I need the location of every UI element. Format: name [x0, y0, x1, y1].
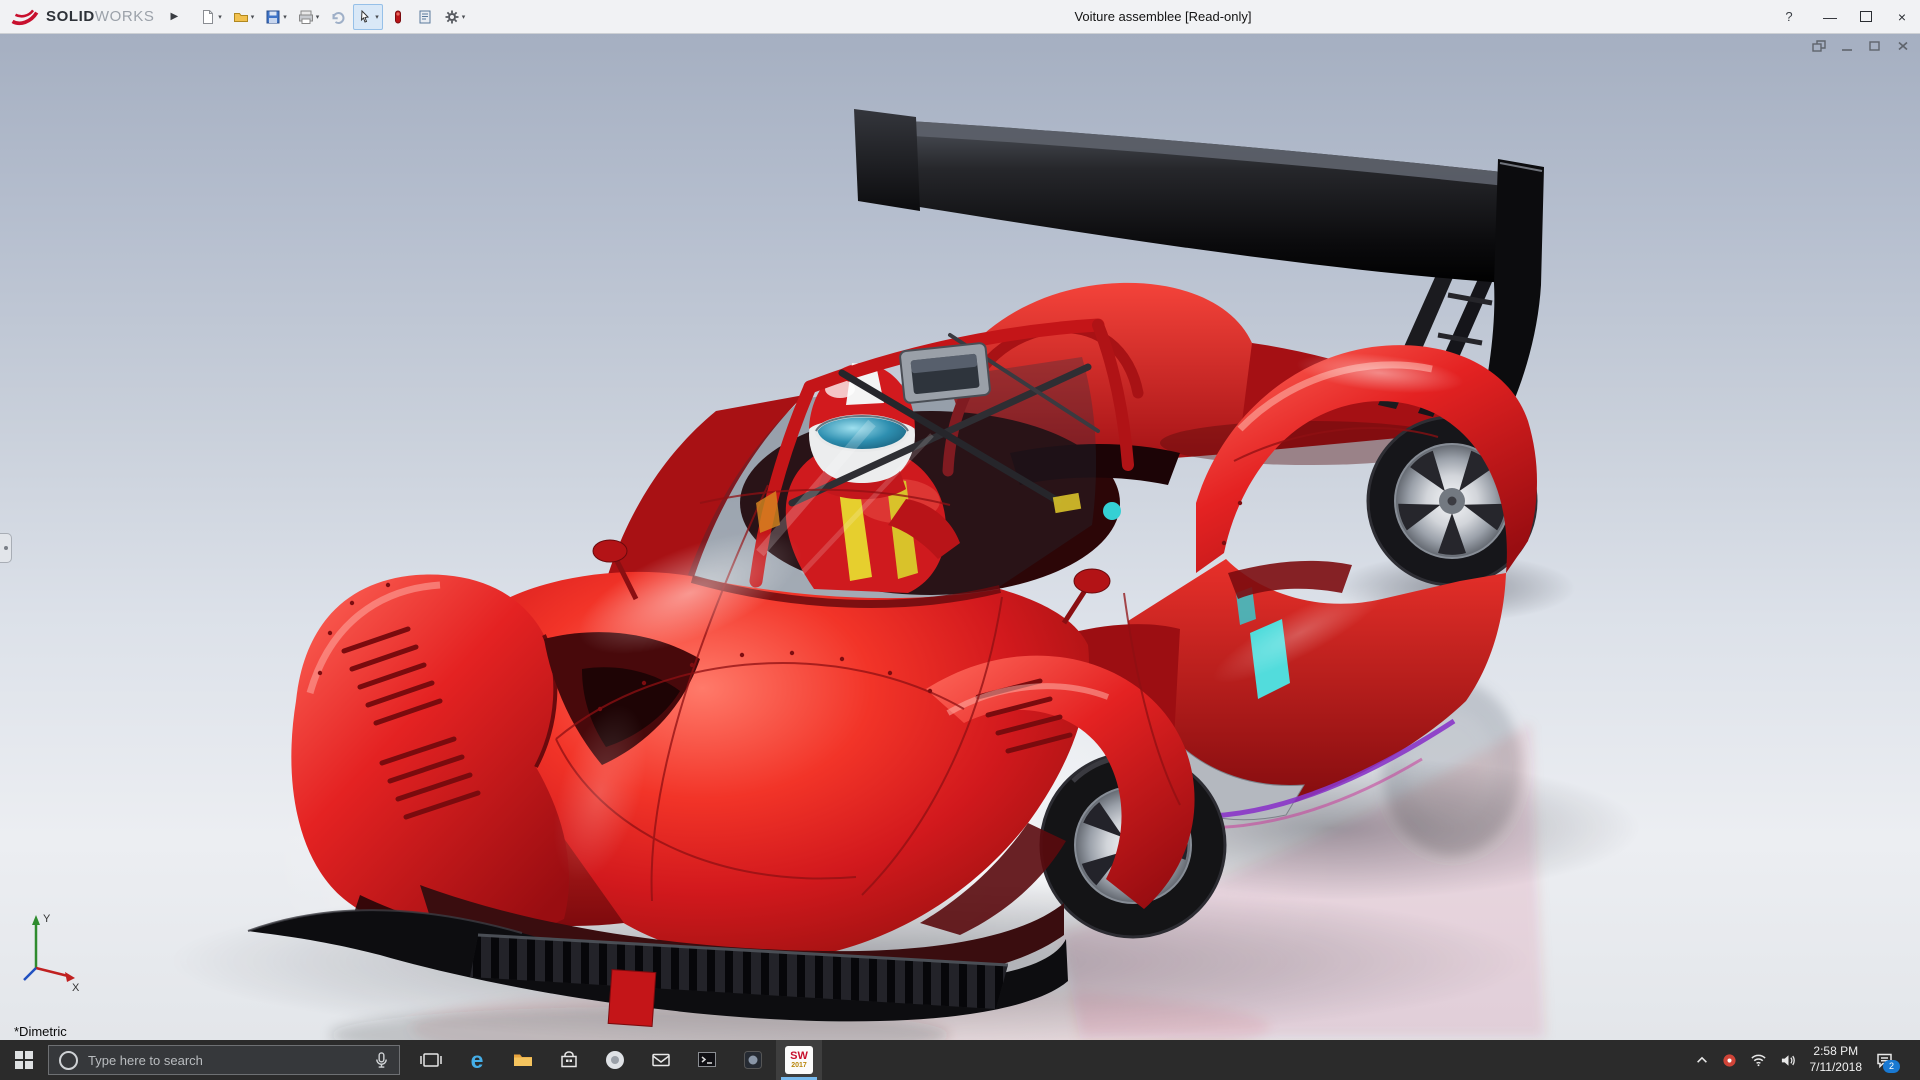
solidworks-window: SOLIDWORKS ▶ ▾ ▾ ▾ — [0, 0, 1920, 1080]
microphone-icon[interactable] — [374, 1051, 389, 1069]
edge-browser-button[interactable]: e — [454, 1040, 500, 1080]
view-orientation-label: *Dimetric — [14, 1024, 67, 1039]
viewport-canvas[interactable] — [0, 33, 1920, 1040]
brand-text: SOLIDWORKS — [46, 8, 155, 25]
dropdown-caret-icon[interactable]: ▾ — [251, 13, 255, 21]
tab-dot-icon — [4, 546, 8, 550]
graphics-area[interactable]: Y X *Dimetric — [0, 33, 1920, 1040]
file-explorer-button[interactable] — [500, 1040, 546, 1080]
store-icon — [557, 1048, 581, 1072]
speaker-icon[interactable] — [1780, 1053, 1797, 1068]
print-button[interactable]: ▾ — [294, 4, 324, 30]
save-button[interactable]: ▾ — [261, 4, 291, 30]
toolbar-flyout-arrow-icon[interactable]: ▶ — [163, 11, 187, 22]
clock-date: 7/11/2018 — [1810, 1060, 1863, 1076]
taskbar-clock[interactable]: 2:58 PM 7/11/2018 — [1810, 1044, 1863, 1075]
window-controls: ? — × — [1774, 0, 1920, 33]
clock-time: 2:58 PM — [1810, 1044, 1863, 1060]
maximize-icon — [1860, 11, 1872, 22]
undo-button[interactable] — [326, 4, 350, 30]
select-tool-button[interactable]: ▾ — [353, 4, 383, 30]
tray-overflow-chevron-icon[interactable] — [1695, 1054, 1709, 1066]
task-view-icon — [419, 1048, 443, 1072]
popout-window-icon[interactable] — [1812, 40, 1826, 52]
search-placeholder: Type here to search — [88, 1053, 364, 1068]
close-document-icon[interactable] — [1896, 40, 1910, 52]
file-properties-icon — [417, 9, 433, 25]
new-document-icon — [200, 9, 216, 25]
quick-access-toolbar: ▾ ▾ ▾ ▾ — [196, 4, 469, 30]
windows-logo-icon — [15, 1051, 33, 1069]
action-center-button[interactable]: 2 — [1875, 1052, 1894, 1069]
cortana-icon — [59, 1051, 78, 1070]
mail-icon — [649, 1048, 673, 1072]
minimize-button[interactable]: — — [1812, 0, 1848, 33]
dropdown-caret-icon[interactable]: ▾ — [375, 13, 379, 21]
undo-icon — [330, 9, 346, 25]
restore-document-icon[interactable] — [1868, 40, 1882, 52]
file-explorer-icon — [511, 1048, 535, 1072]
title-bar: SOLIDWORKS ▶ ▾ ▾ ▾ — [0, 0, 1920, 34]
maximize-button[interactable] — [1848, 0, 1884, 33]
circular-app-button[interactable] — [592, 1040, 638, 1080]
system-tray: 2:58 PM 7/11/2018 2 — [1695, 1040, 1920, 1080]
dropdown-caret-icon[interactable]: ▾ — [316, 13, 320, 21]
solidworks-app-button[interactable]: SW 2017 — [776, 1040, 822, 1080]
options-button[interactable]: ▾ — [440, 4, 470, 30]
mail-app-button[interactable] — [638, 1040, 684, 1080]
save-icon — [265, 9, 281, 25]
open-folder-icon — [233, 9, 249, 25]
solidworks-logo: SOLIDWORKS — [0, 6, 163, 28]
microsoft-store-button[interactable] — [546, 1040, 592, 1080]
dropdown-caret-icon[interactable]: ▾ — [218, 13, 222, 21]
start-button[interactable] — [0, 1040, 48, 1080]
dropdown-caret-icon[interactable]: ▾ — [283, 13, 287, 21]
triad-x-label: X — [72, 982, 80, 994]
new-document-button[interactable]: ▾ — [196, 4, 226, 30]
file-properties-button[interactable] — [413, 4, 437, 30]
edge-icon: e — [471, 1049, 484, 1072]
taskbar-apps: e — [408, 1040, 822, 1080]
panel-expand-tab[interactable] — [0, 533, 12, 563]
network-wifi-icon[interactable] — [1750, 1053, 1767, 1067]
solidworks-app-icon: SW 2017 — [785, 1046, 813, 1074]
orientation-triad: Y X — [14, 906, 86, 996]
help-button[interactable]: ? — [1774, 0, 1804, 33]
rebuild-button[interactable] — [386, 4, 410, 30]
tray-utility-icon[interactable] — [1722, 1053, 1737, 1068]
options-gear-icon — [444, 9, 460, 25]
triad-y-label: Y — [43, 913, 51, 925]
dropdown-caret-icon[interactable]: ▾ — [462, 13, 466, 21]
taskbar-search[interactable]: Type here to search — [48, 1045, 400, 1075]
dark-app-icon — [741, 1048, 765, 1072]
close-button[interactable]: × — [1884, 0, 1920, 33]
print-icon — [298, 9, 314, 25]
rebuild-icon — [390, 9, 406, 25]
rearview-mirror — [900, 343, 991, 404]
minimize-document-icon[interactable] — [1840, 40, 1854, 52]
circular-app-icon — [603, 1048, 627, 1072]
document-window-controls — [1812, 40, 1910, 52]
command-prompt-icon — [695, 1048, 719, 1072]
task-view-button[interactable] — [408, 1040, 454, 1080]
dark-app-button[interactable] — [730, 1040, 776, 1080]
document-title: Voiture assemblee [Read-only] — [1038, 0, 1288, 33]
command-prompt-button[interactable] — [684, 1040, 730, 1080]
open-document-button[interactable]: ▾ — [229, 4, 259, 30]
select-cursor-icon — [357, 9, 373, 25]
windows-taskbar: Type here to search e — [0, 1040, 1920, 1080]
notification-badge: 2 — [1883, 1060, 1900, 1073]
ds-swoosh-icon — [10, 6, 40, 28]
